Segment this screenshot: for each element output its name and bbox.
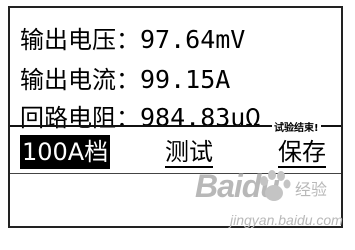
output-voltage-reading: 输出电压：97.64mV	[20, 20, 245, 55]
watermark-cn: 经验	[295, 182, 328, 199]
watermark-url: jingyan.baidu.com	[230, 212, 343, 228]
output-voltage-label: 输出电压：	[20, 26, 140, 54]
output-current-label: 输出电流：	[20, 66, 140, 94]
test-finished-status: 试验结束!	[272, 119, 321, 134]
output-current-value: 99.15A	[140, 65, 231, 94]
loop-resistance-value: 984.83uΩ	[140, 103, 261, 132]
paw-icon	[260, 170, 291, 201]
save-button[interactable]: 保存	[278, 135, 326, 168]
range-100a-button[interactable]: 100A档	[20, 135, 111, 169]
loop-resistance-label: 回路电阻：	[20, 104, 140, 132]
test-button[interactable]: 测试	[165, 135, 213, 168]
baidu-watermark: Baidu 经验 jingyan.baidu.com	[195, 168, 345, 238]
output-voltage-value: 97.64mV	[140, 25, 246, 54]
loop-resistance-reading: 回路电阻：984.83uΩ	[20, 98, 260, 133]
output-current-reading: 输出电流：99.15A	[20, 60, 230, 95]
